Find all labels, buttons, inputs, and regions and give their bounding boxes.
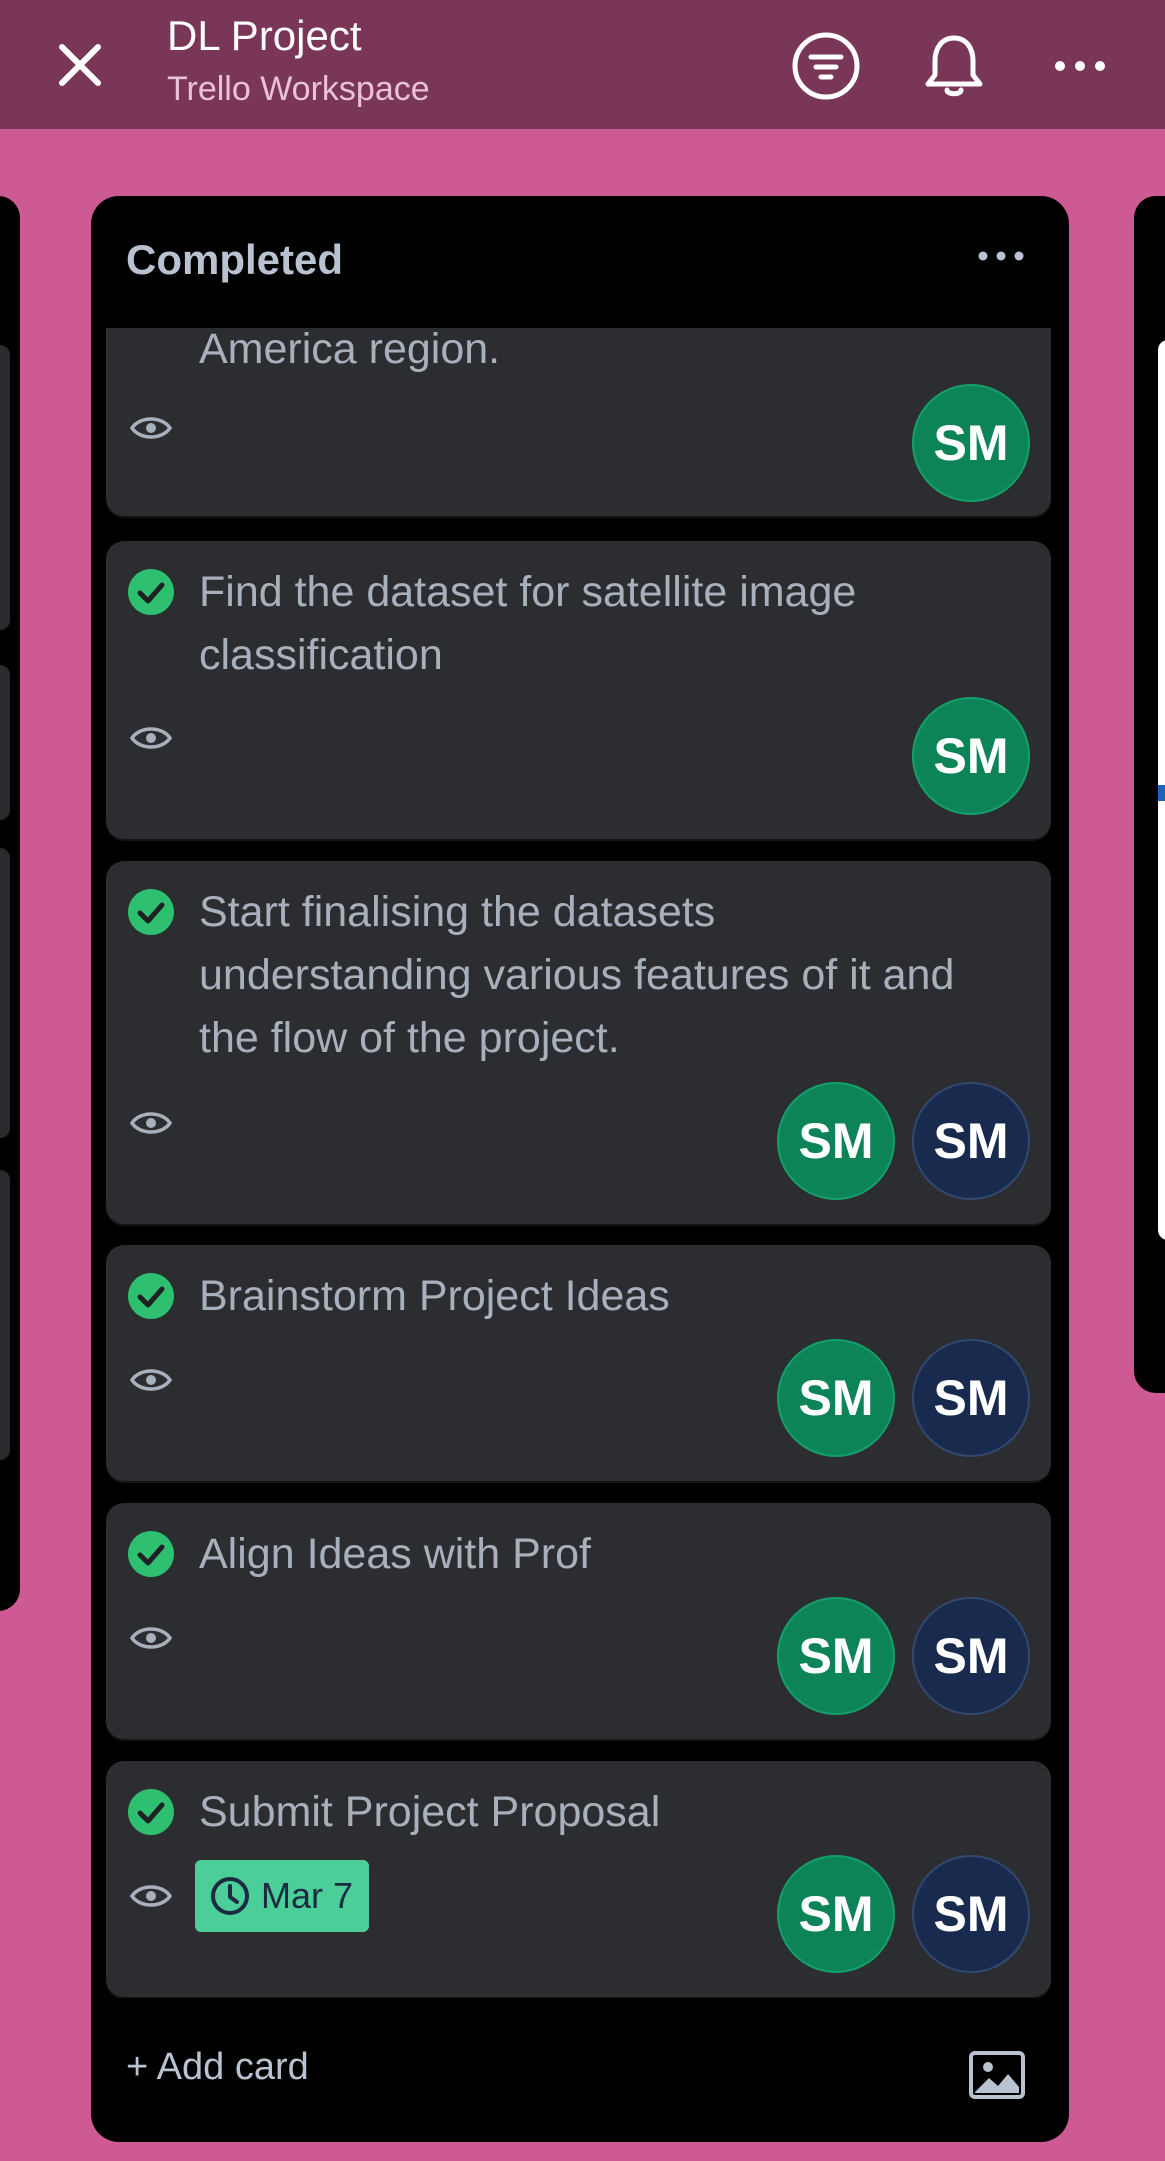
card-title: Align Ideas with Prof [199, 1530, 591, 1578]
check-circle-icon [128, 1273, 174, 1319]
more-horizontal-icon [1055, 61, 1105, 71]
member-avatar[interactable]: SM [912, 697, 1030, 815]
previous-list-card-edge [0, 665, 10, 820]
completed-check[interactable] [127, 888, 175, 936]
member-avatar[interactable]: SM [777, 1082, 895, 1200]
close-button[interactable] [50, 35, 110, 95]
board-title: DL Project [167, 12, 362, 59]
filter-button[interactable] [788, 28, 864, 104]
add-card-button[interactable]: + Add card [126, 2046, 309, 2089]
card[interactable]: Brainstorm Project Ideas SM SM [106, 1245, 1051, 1481]
previous-list-card-edge [0, 848, 10, 1138]
previous-list-card-edge [0, 345, 10, 630]
watching-indicator [127, 1106, 175, 1140]
card-scroll-area[interactable]: America region. SM Find the dataset for … [91, 328, 1069, 1998]
eye-icon [129, 1885, 173, 1907]
check-circle-icon [128, 889, 174, 935]
check-circle-icon [128, 1789, 174, 1835]
eye-icon [129, 727, 173, 749]
close-icon [59, 44, 101, 86]
completed-check[interactable] [127, 568, 175, 616]
list-completed: Completed America region. SM Find the da… [91, 196, 1069, 2142]
member-avatar[interactable]: SM [912, 1597, 1030, 1715]
member-avatar[interactable]: SM [777, 1855, 895, 1973]
watching-indicator [127, 1621, 175, 1655]
add-card-from-image-button[interactable] [967, 2049, 1027, 2101]
workspace-name: Trello Workspace [167, 70, 430, 108]
completed-check[interactable] [127, 1530, 175, 1578]
watching-indicator [127, 1363, 175, 1397]
next-list-card-edge [1158, 340, 1165, 1240]
member-avatar[interactable]: SM [777, 1597, 895, 1715]
card[interactable]: Align Ideas with Prof SM SM [106, 1503, 1051, 1739]
filter-icon [792, 32, 860, 100]
completed-check[interactable] [127, 1788, 175, 1836]
top-app-bar: DL Project Trello Workspace [0, 0, 1165, 129]
watching-indicator [127, 721, 175, 755]
bell-icon [925, 35, 983, 97]
watching-indicator [127, 411, 175, 445]
notifications-button[interactable] [916, 28, 992, 104]
check-circle-icon [128, 569, 174, 615]
card-title: America region. [199, 328, 501, 373]
member-avatar[interactable]: SM [777, 1339, 895, 1457]
card[interactable]: Submit Project Proposal Mar 7 SM SM [106, 1761, 1051, 1997]
more-options-button[interactable] [1042, 28, 1118, 104]
card[interactable]: Start finalising the datasets understand… [106, 861, 1051, 1224]
card-title: Find the dataset for satellite image cla… [199, 568, 857, 679]
completed-check[interactable] [127, 1272, 175, 1320]
eye-icon [129, 1112, 173, 1134]
due-date-label: Mar 7 [261, 1875, 354, 1916]
member-avatar[interactable]: SM [912, 1082, 1030, 1200]
list-menu-button[interactable] [971, 236, 1031, 276]
watching-indicator [127, 1879, 175, 1913]
image-icon [969, 2051, 1025, 2099]
more-horizontal-icon [978, 251, 1024, 261]
previous-list-card-edge [0, 1170, 10, 1460]
eye-icon [129, 1369, 173, 1391]
eye-icon [129, 417, 173, 439]
eye-icon [129, 1627, 173, 1649]
check-circle-icon [128, 1531, 174, 1577]
card-title: Brainstorm Project Ideas [199, 1272, 670, 1320]
card-title: Start finalising the datasets understand… [199, 888, 955, 1062]
list-title: Completed [126, 236, 344, 283]
member-avatar[interactable]: SM [912, 1855, 1030, 1973]
due-date-badge[interactable]: Mar 7 [195, 1860, 369, 1932]
clock-icon [211, 1877, 249, 1915]
member-avatar[interactable]: SM [912, 384, 1030, 502]
card[interactable]: America region. SM [106, 328, 1051, 516]
card[interactable]: Find the dataset for satellite image cla… [106, 541, 1051, 839]
member-avatar[interactable]: SM [912, 1339, 1030, 1457]
card-title: Submit Project Proposal [199, 1788, 661, 1836]
